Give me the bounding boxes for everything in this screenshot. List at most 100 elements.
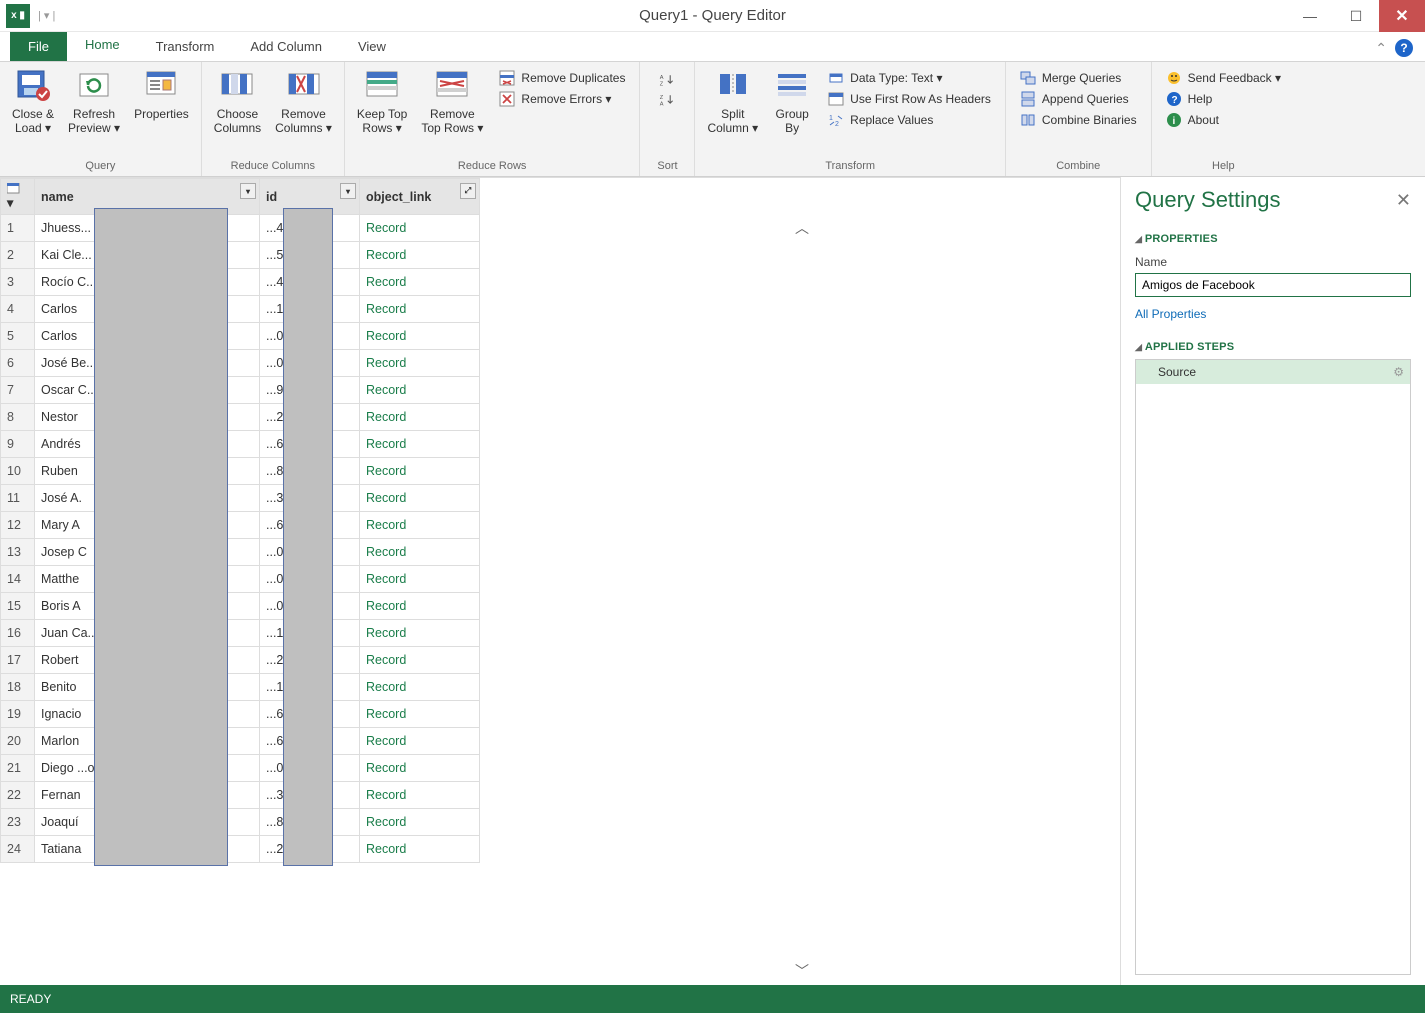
table-row[interactable]: 11José A....311Record: [1, 485, 480, 512]
remove-errors-button[interactable]: Remove Errors ▾: [493, 89, 631, 109]
filter-icon[interactable]: ▾: [340, 183, 356, 199]
remove-top-rows-button[interactable]: Remove Top Rows ▾: [417, 66, 487, 138]
table-row[interactable]: 6José Be......097Record: [1, 350, 480, 377]
remove-columns-button[interactable]: Remove Columns ▾: [271, 66, 336, 138]
cell-record-link[interactable]: Record: [360, 404, 480, 431]
cell-record-link[interactable]: Record: [360, 512, 480, 539]
cell-record-link[interactable]: Record: [360, 377, 480, 404]
table-row[interactable]: 4Carlos...107Record: [1, 296, 480, 323]
cell-record-link[interactable]: Record: [360, 431, 480, 458]
combine-binaries-button[interactable]: Combine Binaries: [1014, 110, 1143, 130]
table-row[interactable]: 16Juan Ca......151Record: [1, 620, 480, 647]
tab-file[interactable]: File: [10, 32, 67, 61]
table-corner[interactable]: ▾: [1, 179, 35, 215]
cell-record-link[interactable]: Record: [360, 836, 480, 863]
properties-header[interactable]: PROPERTIES: [1135, 233, 1411, 245]
filter-icon[interactable]: ▾: [240, 183, 256, 199]
sort-desc-button[interactable]: ZA: [659, 92, 675, 108]
table-row[interactable]: 14Matthe...085Record: [1, 566, 480, 593]
tab-transform[interactable]: Transform: [138, 32, 233, 61]
vertical-scroll-indicator[interactable]: ︿ ﹀: [794, 218, 810, 981]
close-panel-icon[interactable]: ✕: [1396, 190, 1411, 211]
tab-home[interactable]: Home: [67, 30, 138, 61]
maximize-button[interactable]: ☐: [1333, 0, 1379, 32]
table-row[interactable]: 17Robert...221Record: [1, 647, 480, 674]
collapse-ribbon-icon[interactable]: ⌃: [1375, 40, 1387, 57]
cell-record-link[interactable]: Record: [360, 674, 480, 701]
choose-columns-button[interactable]: Choose Columns: [210, 66, 265, 138]
help-button[interactable]: ? Help: [1160, 89, 1287, 109]
cell-record-link[interactable]: Record: [360, 647, 480, 674]
sort-asc-button[interactable]: AZ: [659, 72, 675, 88]
svg-text:i: i: [1172, 116, 1175, 127]
send-feedback-button[interactable]: Send Feedback ▾: [1160, 68, 1287, 88]
applied-step[interactable]: Source ⚙: [1136, 360, 1410, 384]
table-row[interactable]: 7Oscar C......997Record: [1, 377, 480, 404]
cell-record-link[interactable]: Record: [360, 296, 480, 323]
table-row[interactable]: 3Rocío C......453Record: [1, 269, 480, 296]
table-row[interactable]: 21Diego ...osos...084Record: [1, 755, 480, 782]
remove-duplicates-button[interactable]: Remove Duplicates: [493, 68, 631, 88]
cell-record-link[interactable]: Record: [360, 323, 480, 350]
cell-record-link[interactable]: Record: [360, 242, 480, 269]
properties-button[interactable]: Properties: [130, 66, 193, 123]
scroll-down-icon[interactable]: ﹀: [795, 961, 809, 981]
table-row[interactable]: 22Fernan...347Record: [1, 782, 480, 809]
minimize-button[interactable]: —: [1287, 0, 1333, 32]
table-row[interactable]: 13Josep C...005Record: [1, 539, 480, 566]
close-button[interactable]: ✕: [1379, 0, 1425, 32]
help-icon[interactable]: ?: [1395, 39, 1413, 57]
table-row[interactable]: 20Marlon...682Record: [1, 728, 480, 755]
cell-record-link[interactable]: Record: [360, 701, 480, 728]
table-row[interactable]: 12Mary A...695Record: [1, 512, 480, 539]
all-properties-link[interactable]: All Properties: [1135, 307, 1411, 321]
cell-record-link[interactable]: Record: [360, 782, 480, 809]
table-row[interactable]: 23Joaquí...848Record: [1, 809, 480, 836]
close-load-button[interactable]: Close & Load ▾: [8, 66, 58, 138]
table-row[interactable]: 19Ignacio...608Record: [1, 701, 480, 728]
append-queries-button[interactable]: Append Queries: [1014, 89, 1143, 109]
first-row-headers-button[interactable]: Use First Row As Headers: [822, 89, 997, 109]
expand-icon[interactable]: ⤢: [460, 183, 476, 199]
applied-steps-header[interactable]: APPLIED STEPS: [1135, 341, 1411, 353]
cell-record-link[interactable]: Record: [360, 755, 480, 782]
cell-record-link[interactable]: Record: [360, 566, 480, 593]
group-by-button[interactable]: Group By: [768, 66, 816, 138]
split-column-button[interactable]: Split Column ▾: [703, 66, 762, 138]
cell-record-link[interactable]: Record: [360, 458, 480, 485]
cell-record-link[interactable]: Record: [360, 809, 480, 836]
cell-record-link[interactable]: Record: [360, 593, 480, 620]
about-button[interactable]: i About: [1160, 110, 1287, 130]
table-row[interactable]: 5Carlos...055Record: [1, 323, 480, 350]
cell-record-link[interactable]: Record: [360, 215, 480, 242]
table-row[interactable]: 2Kai Cle......540Record: [1, 242, 480, 269]
table-row[interactable]: 15Boris A...068Record: [1, 593, 480, 620]
cell-record-link[interactable]: Record: [360, 728, 480, 755]
gear-icon[interactable]: ⚙: [1393, 365, 1404, 379]
table-row[interactable]: 18Benito...133Record: [1, 674, 480, 701]
table-row[interactable]: 8Nestor...220Record: [1, 404, 480, 431]
ribbon-group-help: Send Feedback ▾ ? Help i About Help: [1152, 62, 1295, 176]
merge-queries-button[interactable]: Merge Queries: [1014, 68, 1143, 88]
query-name-input[interactable]: [1135, 273, 1411, 297]
quick-access-toolbar[interactable]: | ▾ |: [38, 9, 55, 22]
cell-record-link[interactable]: Record: [360, 620, 480, 647]
table-row[interactable]: 9Andrés...622Record: [1, 431, 480, 458]
tab-view[interactable]: View: [340, 32, 404, 61]
table-row[interactable]: 24Tatiana...215Record: [1, 836, 480, 863]
cell-record-link[interactable]: Record: [360, 485, 480, 512]
data-type-button[interactable]: Data Type: Text ▾: [822, 68, 997, 88]
table-row[interactable]: 10Ruben...888Record: [1, 458, 480, 485]
tab-add-column[interactable]: Add Column: [232, 32, 340, 61]
refresh-preview-button[interactable]: Refresh Preview ▾: [64, 66, 124, 138]
keep-top-rows-button[interactable]: Keep Top Rows ▾: [353, 66, 412, 138]
ribbon-group-combine: Merge Queries Append Queries Combine Bin…: [1006, 62, 1152, 176]
replace-values-button[interactable]: 12 Replace Values: [822, 110, 997, 130]
data-grid[interactable]: ▾ name▾ id▾ object_link⤢ 1Jhuess......48…: [0, 178, 480, 863]
cell-record-link[interactable]: Record: [360, 269, 480, 296]
cell-record-link[interactable]: Record: [360, 539, 480, 566]
cell-record-link[interactable]: Record: [360, 350, 480, 377]
scroll-up-icon[interactable]: ︿: [795, 218, 809, 238]
column-header-object-link[interactable]: object_link⤢: [360, 179, 480, 215]
table-row[interactable]: 1Jhuess......489Record: [1, 215, 480, 242]
